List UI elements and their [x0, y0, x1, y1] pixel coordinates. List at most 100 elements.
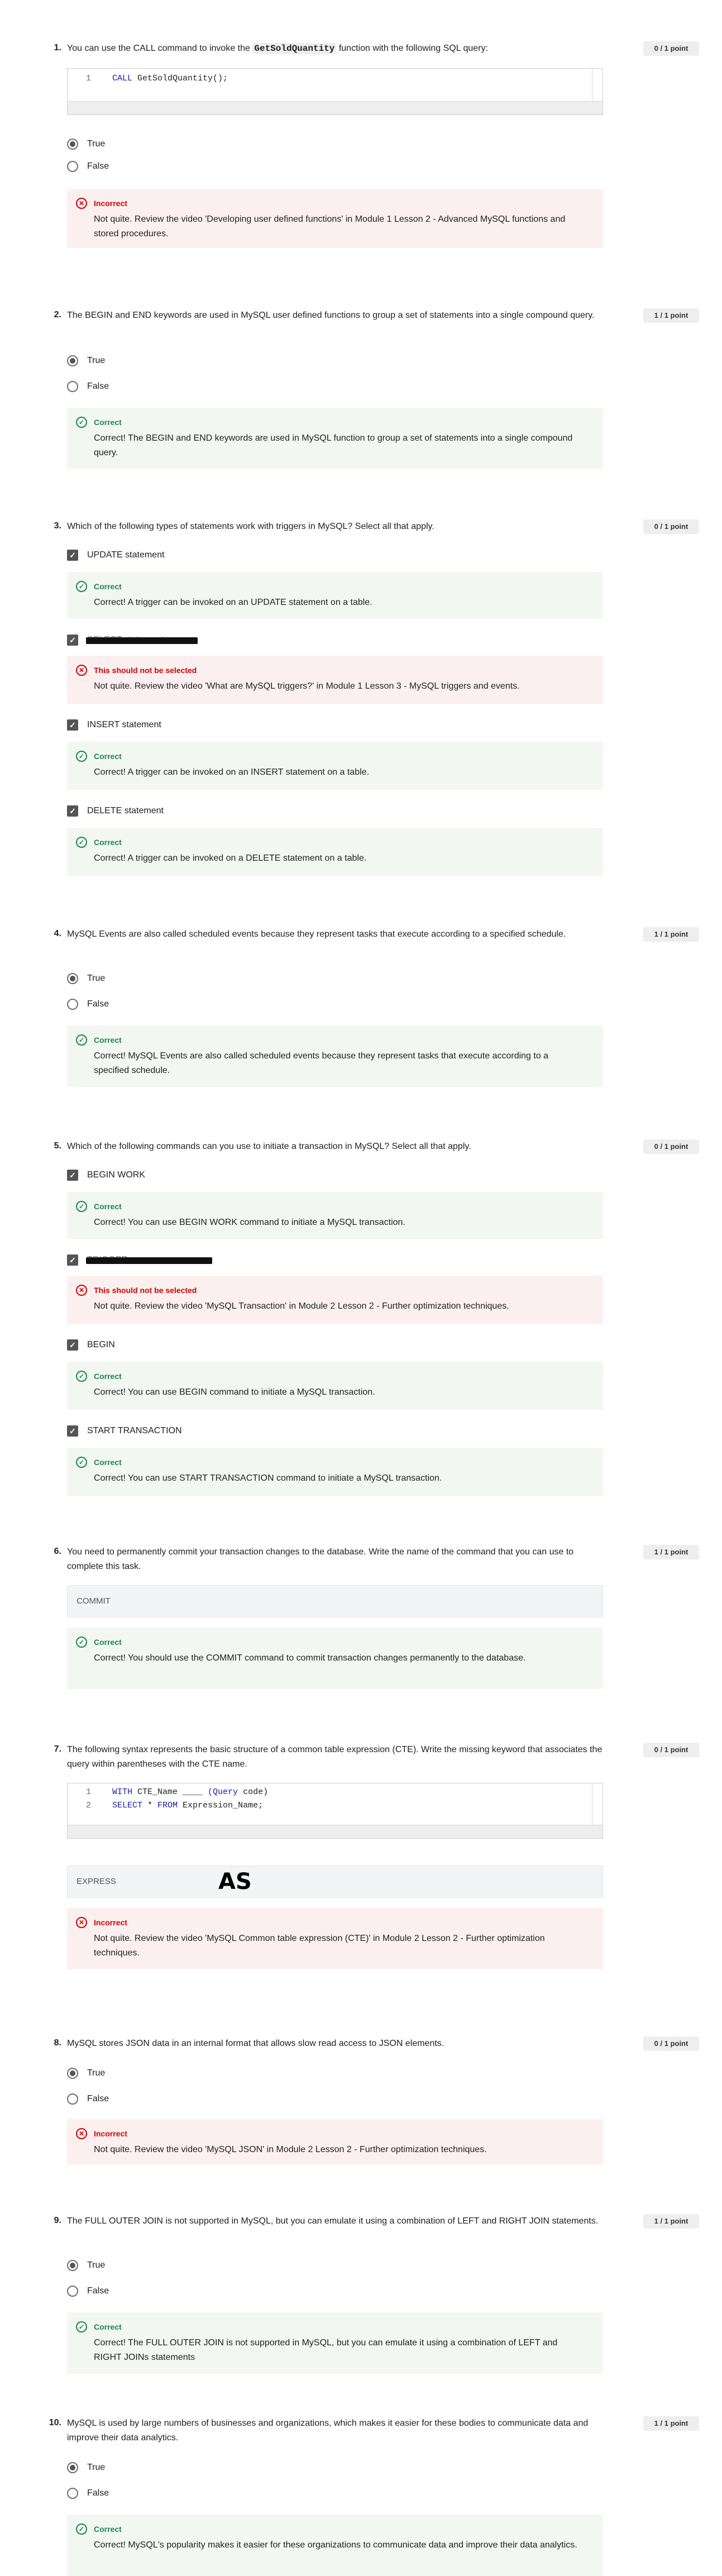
question-7: 7. The following syntax represents the b…	[46, 1743, 716, 1969]
question-text: You can use the CALL command to invoke t…	[67, 43, 488, 54]
question-text: Which of the following types of statemen…	[67, 522, 434, 531]
question-number: 8.	[54, 2038, 61, 2048]
points-badge: 0 / 1 point	[643, 519, 699, 534]
inline-code: GetSoldQuantity	[252, 43, 337, 54]
radio-icon[interactable]	[67, 2093, 78, 2105]
answer-input[interactable]: COMMIT	[67, 1585, 603, 1618]
code-line: SELECT * FROM Expression_Name;	[112, 1801, 264, 1810]
question-1: 1. You can use the CALL command to invok…	[46, 41, 716, 248]
question-4: 4. MySQL Events are also called schedule…	[46, 927, 716, 1087]
redaction-mark	[86, 1257, 212, 1264]
checkbox-checked-icon[interactable]: ✓	[67, 1339, 78, 1351]
points-badge: 1 / 1 point	[643, 2214, 699, 2229]
redaction-mark	[86, 637, 198, 644]
points-badge: 0 / 1 point	[643, 41, 699, 56]
question-number: 6.	[54, 1547, 61, 1556]
question-text: MySQL Events are also called scheduled e…	[67, 929, 566, 939]
check-circle-icon: ✓	[76, 1201, 87, 1212]
x-circle-icon: ✕	[76, 1917, 87, 1928]
feedback-correct: ✓ Correct Correct! The BEGIN and END key…	[67, 408, 603, 469]
question-text: The following syntax represents the basi…	[67, 1745, 603, 1769]
check-circle-icon: ✓	[76, 1457, 87, 1468]
feedback-correct: ✓ Correct Correct! You should use the CO…	[67, 1628, 603, 1689]
points-badge: 0 / 1 point	[643, 2036, 699, 2051]
radio-icon[interactable]	[67, 999, 78, 1010]
handwritten-annotation: AS	[218, 1869, 252, 1895]
check-circle-icon: ✓	[76, 2523, 87, 2535]
x-circle-icon: ✕	[76, 1285, 87, 1296]
question-10: 10. MySQL is used by large numbers of bu…	[46, 2416, 716, 2576]
feedback-correct: ✓ Correct Correct! A trigger can be invo…	[67, 572, 603, 619]
feedback-incorrect: ✕ Incorrect Not quite. Review the video …	[67, 2119, 603, 2165]
x-circle-icon: ✕	[76, 665, 87, 676]
feedback-correct: ✓ Correct Correct! A trigger can be invo…	[67, 742, 603, 790]
code-scrollbar[interactable]	[68, 101, 603, 115]
code-block: 1 WITH CTE_Name ____ (Query code) 2 SELE…	[67, 1783, 603, 1839]
question-8: 8. MySQL stores JSON data in an internal…	[46, 2036, 716, 2165]
check-circle-icon: ✓	[76, 1637, 87, 1648]
check-circle-icon: ✓	[76, 581, 87, 592]
feedback-correct: ✓ Correct Correct! You can use BEGIN WOR…	[67, 1192, 603, 1239]
points-badge: 1 / 1 point	[643, 308, 699, 323]
feedback-correct: ✓ Correct Correct! MySQL Events are also…	[67, 1025, 603, 1087]
question-number: 9.	[54, 2216, 61, 2225]
line-number: 2	[85, 1801, 91, 1810]
checkbox-checked-icon[interactable]: ✓	[67, 1170, 78, 1181]
question-number: 5.	[54, 1141, 61, 1151]
feedback-correct: ✓ Correct Correct! You can use START TRA…	[67, 1448, 603, 1496]
radio-selected-icon[interactable]	[67, 2462, 78, 2473]
question-text: You need to permanently commit your tran…	[67, 1547, 574, 1571]
question-text: The BEGIN and END keywords are used in M…	[67, 311, 595, 320]
points-badge: 1 / 1 point	[643, 1545, 699, 1559]
feedback-correct: ✓ Correct Correct! A trigger can be invo…	[67, 828, 603, 876]
checkbox-checked-icon[interactable]: ✓	[67, 550, 78, 561]
points-badge: 0 / 1 point	[643, 1743, 699, 1757]
checkbox-checked-icon[interactable]: ✓	[67, 1425, 78, 1437]
check-circle-icon: ✓	[76, 1034, 87, 1046]
question-text: The FULL OUTER JOIN is not supported in …	[67, 2216, 599, 2226]
radio-selected-icon[interactable]	[67, 139, 78, 150]
question-number: 3.	[54, 521, 61, 531]
question-6: 6. You need to permanently commit your t…	[46, 1545, 716, 1689]
check-circle-icon: ✓	[76, 751, 87, 762]
radio-icon[interactable]	[67, 161, 78, 172]
radio-selected-icon[interactable]	[67, 355, 78, 366]
feedback-incorrect: ✕ This should not be selected Not quite.…	[67, 656, 603, 704]
points-badge: 0 / 1 point	[643, 1139, 699, 1154]
x-circle-icon: ✕	[76, 2128, 87, 2139]
feedback-correct: ✓ Correct Correct! MySQL's popularity ma…	[67, 2515, 603, 2576]
points-badge: 1 / 1 point	[643, 927, 699, 942]
radio-selected-icon[interactable]	[67, 2068, 78, 2079]
feedback-correct: ✓ Correct Correct! The FULL OUTER JOIN i…	[67, 2312, 603, 2374]
checkbox-checked-icon[interactable]: ✓	[67, 719, 78, 731]
code-scrollbar[interactable]	[68, 1825, 603, 1838]
radio-icon[interactable]	[67, 2488, 78, 2499]
question-text: MySQL is used by large numbers of busine…	[67, 2418, 589, 2443]
answer-input[interactable]: EXPRESS AS	[67, 1866, 603, 1898]
radio-icon[interactable]	[67, 381, 78, 392]
radio-selected-icon[interactable]	[67, 2260, 78, 2271]
question-5: 5. Which of the following commands can y…	[46, 1139, 716, 1496]
radio-selected-icon[interactable]	[67, 973, 78, 984]
question-2: 2. The BEGIN and END keywords are used i…	[46, 308, 716, 469]
checkbox-checked-icon[interactable]: ✓	[67, 635, 78, 646]
question-9: 9. The FULL OUTER JOIN is not supported …	[46, 2214, 716, 2374]
check-circle-icon: ✓	[76, 417, 87, 428]
points-badge: 1 / 1 point	[643, 2416, 699, 2431]
question-number: 2.	[54, 310, 61, 319]
check-circle-icon: ✓	[76, 837, 87, 848]
code-line: WITH CTE_Name ____ (Query code)	[112, 1787, 269, 1797]
question-text: MySQL stores JSON data in an internal fo…	[67, 2039, 444, 2048]
code-block: 1 CALL GetSoldQuantity();	[67, 68, 603, 115]
feedback-correct: ✓ Correct Correct! You can use BEGIN com…	[67, 1362, 603, 1410]
checkbox-checked-icon[interactable]: ✓	[67, 805, 78, 817]
feedback-incorrect: ✕ Incorrect Not quite. Review the video …	[67, 189, 603, 248]
radio-icon[interactable]	[67, 2286, 78, 2297]
line-number: 1	[85, 1787, 91, 1797]
question-number: 4.	[54, 929, 61, 938]
code-line: CALL GetSoldQuantity();	[112, 74, 228, 83]
checkbox-checked-icon[interactable]: ✓	[67, 1254, 78, 1266]
question-text: Which of the following commands can you …	[67, 1142, 471, 1151]
question-number: 7.	[54, 1744, 61, 1754]
check-circle-icon: ✓	[76, 2321, 87, 2332]
